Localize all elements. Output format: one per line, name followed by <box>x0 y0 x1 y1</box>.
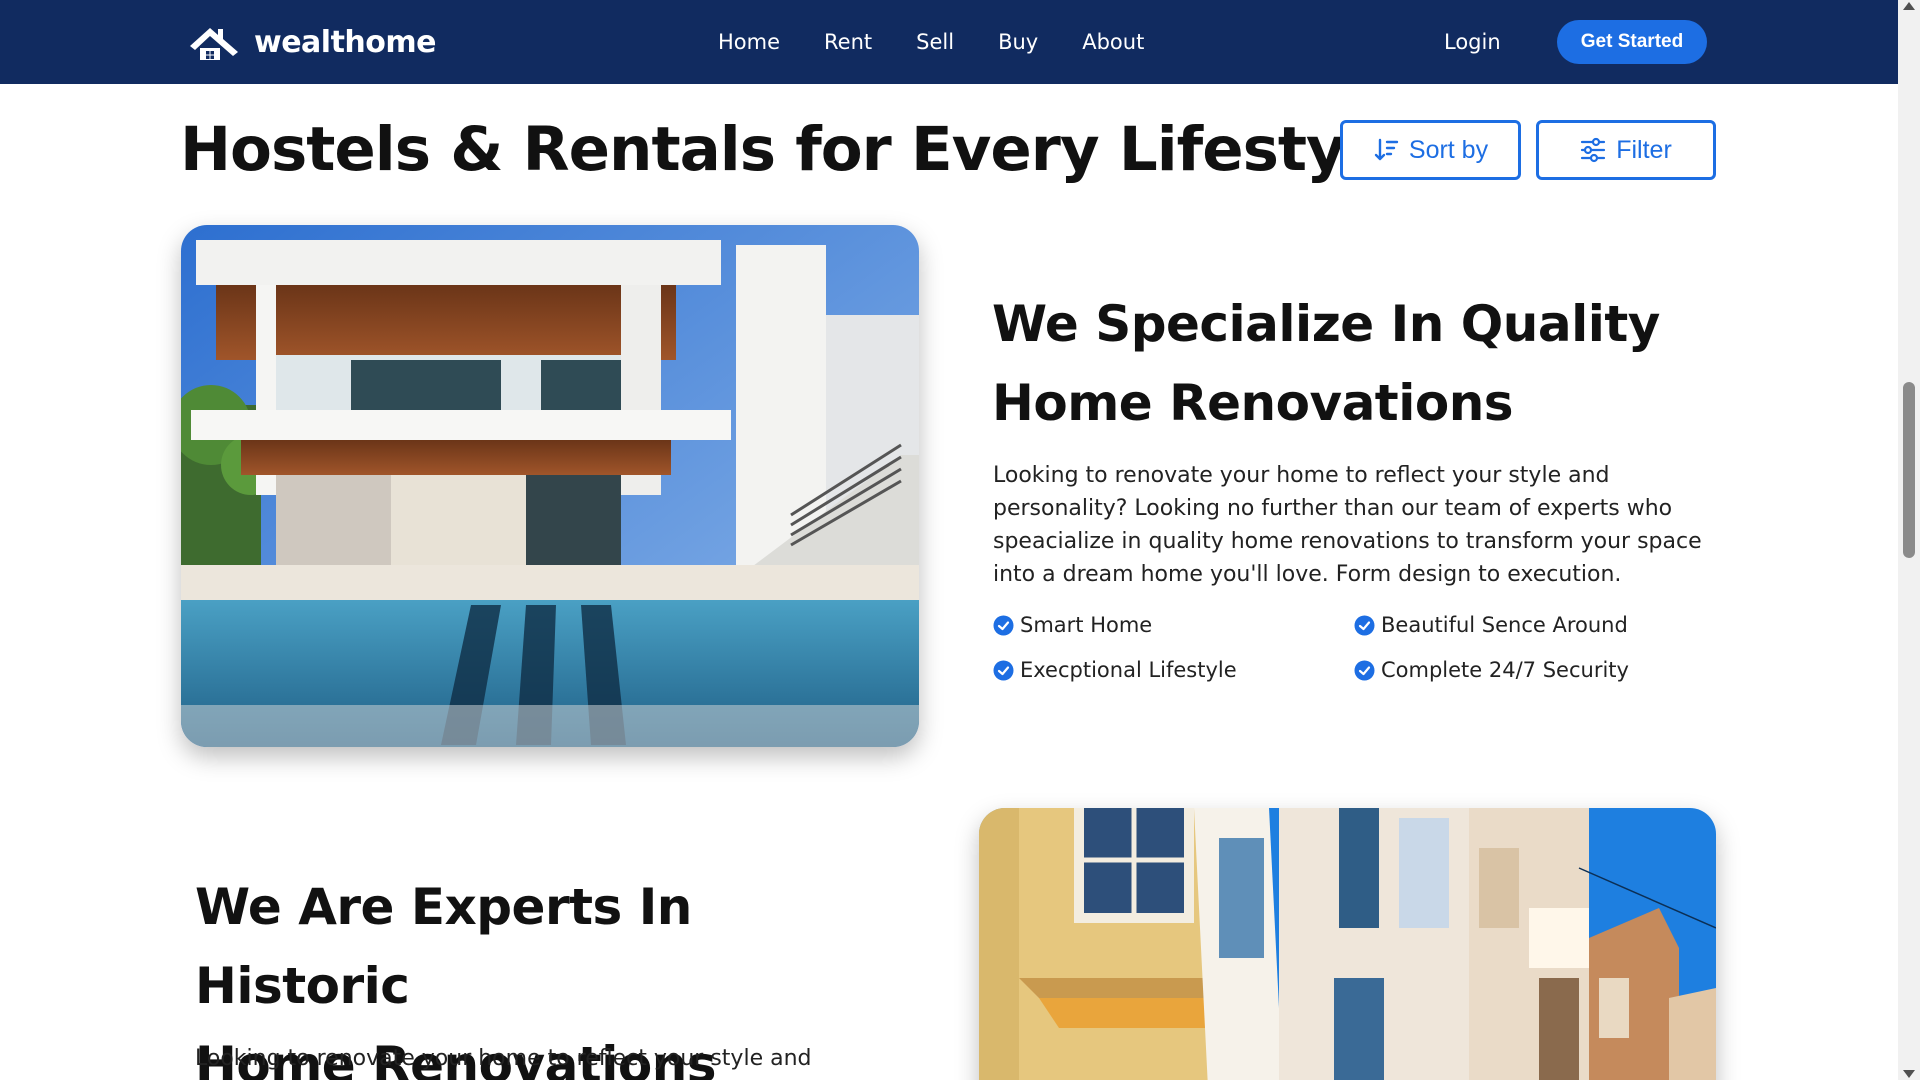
feature-label: Smart Home <box>1020 613 1153 637</box>
nav-home[interactable]: Home <box>718 27 780 57</box>
section-1-paragraph: Looking to renovate your home to reflect… <box>993 463 1702 587</box>
check-circle-icon <box>993 615 1014 636</box>
sort-by-label: Sort by <box>1408 135 1489 164</box>
feature-label: Execptional Lifestyle <box>1020 658 1237 682</box>
page-title: Hostels & Rentals for Every Lifestyle <box>180 114 1406 185</box>
brand-name: wealthome <box>254 24 437 60</box>
nav-about[interactable]: About <box>1082 27 1144 57</box>
feature-label: Complete 24/7 Security <box>1381 658 1629 682</box>
section-2-title-line1: We Are Experts In Historic <box>195 878 692 1015</box>
historic-houses-photo <box>979 808 1716 1080</box>
sort-icon <box>1374 138 1399 161</box>
feature-list: Smart Home Beautiful Sence Around Execpt… <box>993 612 1713 684</box>
get-started-button[interactable]: Get Started <box>1557 20 1707 64</box>
navbar: wealthome Home Rent Sell Buy About Login… <box>0 0 1898 84</box>
feature-item: Complete 24/7 Security <box>1354 657 1713 684</box>
page-scrollbar[interactable] <box>1898 0 1920 1080</box>
scroll-down-arrow-icon[interactable] <box>1903 1070 1915 1078</box>
brand-logo[interactable]: wealthome <box>188 24 437 60</box>
check-circle-icon <box>993 660 1014 681</box>
scroll-up-arrow-icon[interactable] <box>1903 2 1915 10</box>
feature-item: Execptional Lifestyle <box>993 657 1354 684</box>
section-1-title-line1: We Specialize In Quality <box>992 295 1660 353</box>
modern-house-photo <box>181 225 919 747</box>
filter-label: Filter <box>1616 135 1672 164</box>
section-1-title: We Specialize In Quality Home Renovation… <box>992 285 1712 443</box>
login-link[interactable]: Login <box>1444 27 1501 57</box>
check-circle-icon <box>1354 615 1375 636</box>
feature-label: Beautiful Sence Around <box>1381 613 1628 637</box>
feature-item: Beautiful Sence Around <box>1354 612 1713 639</box>
nav-rent[interactable]: Rent <box>824 27 872 57</box>
filter-button[interactable]: Filter <box>1536 120 1716 180</box>
nav-sell[interactable]: Sell <box>916 27 954 57</box>
nav-buy[interactable]: Buy <box>998 27 1038 57</box>
sort-by-button[interactable]: Sort by <box>1340 120 1521 180</box>
section-2-paragraph: Looking to renovate your home to reflect… <box>195 1046 812 1071</box>
check-circle-icon <box>1354 660 1375 681</box>
house-logo-icon <box>190 28 238 60</box>
section-1-title-line2: Home Renovations <box>992 374 1514 432</box>
main-nav: Home Rent Sell Buy About <box>718 27 1188 57</box>
sliders-icon <box>1581 137 1606 163</box>
scroll-thumb[interactable] <box>1903 382 1915 558</box>
feature-item: Smart Home <box>993 612 1354 639</box>
